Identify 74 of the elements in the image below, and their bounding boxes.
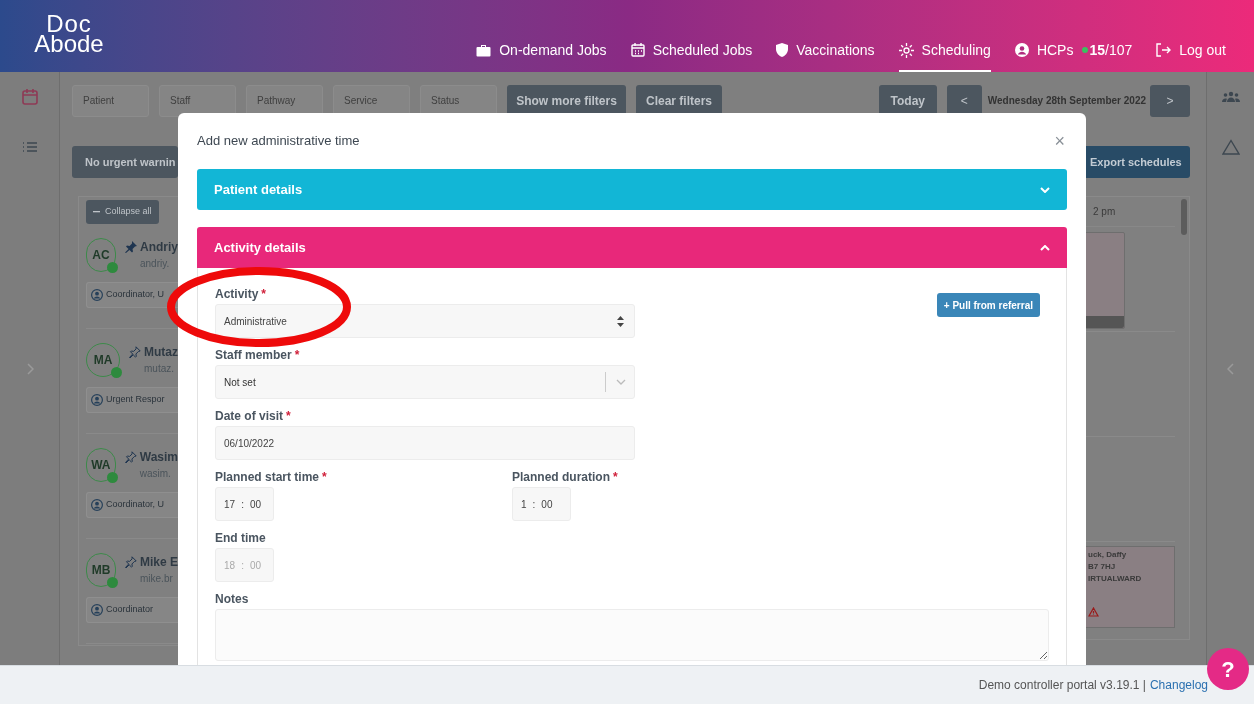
user-circle-icon bbox=[1014, 43, 1029, 57]
export-schedules-button[interactable]: Export schedules bbox=[1086, 146, 1190, 178]
calendar-icon[interactable] bbox=[20, 88, 39, 106]
logo[interactable]: Doc Abode bbox=[28, 14, 110, 54]
modal-title: Add new administrative time bbox=[197, 132, 360, 151]
chevron-down-icon bbox=[1040, 186, 1050, 193]
next-day-button[interactable]: > bbox=[1150, 84, 1190, 117]
field-label: Notes bbox=[215, 591, 250, 608]
visit-text: IRTUALWARD bbox=[1088, 573, 1143, 585]
visit-text: uck, Daffy bbox=[1088, 549, 1128, 561]
warnings-button[interactable]: No urgent warnin bbox=[72, 146, 178, 178]
nav-link[interactable]: On-demand Jobs bbox=[476, 38, 607, 72]
calendar-icon bbox=[630, 43, 645, 57]
notes-field[interactable] bbox=[215, 609, 1049, 661]
collapse-all-button[interactable]: Collapse all bbox=[86, 200, 159, 224]
chevron-up-icon bbox=[1040, 244, 1050, 251]
field-label: Activity * bbox=[215, 286, 268, 303]
staff-name: Andriy bbox=[140, 239, 178, 256]
pin-icon[interactable] bbox=[125, 556, 137, 568]
pin-icon[interactable] bbox=[124, 451, 137, 463]
nav-link[interactable]: Vaccinations bbox=[776, 38, 875, 72]
changelog-link[interactable]: Changelog bbox=[1149, 676, 1208, 694]
staff-name: Mutaz bbox=[144, 344, 178, 361]
staff-role: Coordinator, U bbox=[106, 498, 165, 512]
chevron-right-icon[interactable] bbox=[25, 362, 34, 375]
field-label: Planned duration * bbox=[512, 469, 618, 486]
user-circle-icon bbox=[91, 604, 103, 616]
field-label: Planned start time * bbox=[215, 469, 328, 486]
time-field[interactable]: 17 : 00 bbox=[215, 487, 274, 521]
user-circle-icon bbox=[91, 394, 103, 406]
field-label: Date of visit * bbox=[215, 408, 292, 425]
version-text: Demo controller portal v3.19.1 | bbox=[978, 677, 1146, 694]
nav-link[interactable]: Scheduled Jobs bbox=[630, 38, 753, 72]
user-circle-icon bbox=[91, 499, 103, 511]
filter-field[interactable]: Staff bbox=[159, 84, 236, 117]
shield-icon bbox=[776, 43, 789, 57]
scrollbar-thumb bbox=[1181, 199, 1187, 235]
close-button[interactable]: × bbox=[1054, 127, 1065, 155]
briefcase-icon bbox=[476, 43, 492, 57]
time-field: 18 : 00 bbox=[215, 548, 274, 582]
staff-name: Wasim bbox=[139, 449, 178, 466]
date-field[interactable]: 06/10/2022 bbox=[215, 426, 635, 460]
pin-icon[interactable] bbox=[125, 241, 137, 253]
time-field[interactable]: 1 : 00 bbox=[512, 487, 571, 521]
logout-icon bbox=[1156, 43, 1172, 57]
warning-triangle-icon[interactable] bbox=[1221, 139, 1240, 155]
staff-role: Urgent Respor bbox=[106, 393, 165, 407]
nav-link[interactable]: Scheduling bbox=[898, 38, 991, 72]
staff-role: Coordinator, U bbox=[106, 288, 165, 302]
filter-field[interactable]: Patient bbox=[72, 84, 149, 117]
section-header[interactable]: Activity details bbox=[197, 227, 1067, 268]
up-down-caret-icon bbox=[617, 315, 624, 327]
chevron-left-icon[interactable] bbox=[1226, 362, 1235, 375]
people-icon[interactable] bbox=[1221, 91, 1240, 103]
activity-select[interactable]: Administrative bbox=[215, 304, 635, 338]
warning-triangle-icon bbox=[1088, 607, 1099, 617]
field-label: Staff member * bbox=[215, 347, 301, 364]
pin-icon[interactable] bbox=[129, 346, 141, 358]
nav-link[interactable]: Log out bbox=[1156, 38, 1226, 72]
avatar: MA bbox=[86, 343, 120, 377]
sun-icon bbox=[898, 42, 914, 58]
list-icon[interactable] bbox=[21, 141, 38, 153]
staff-name: Mike E bbox=[140, 554, 178, 571]
minus-icon bbox=[93, 211, 100, 213]
visit-text: B7 7HJ bbox=[1088, 561, 1117, 573]
staff-member-select[interactable]: Not set bbox=[215, 365, 635, 399]
time-label: 2 pm bbox=[1093, 205, 1116, 219]
date-label: Wednesday 28th September 2022 bbox=[987, 94, 1146, 108]
user-circle-icon bbox=[91, 289, 103, 301]
chevron-down-icon bbox=[616, 379, 626, 385]
nav-link[interactable]: HCPs 15/107 bbox=[1014, 38, 1133, 72]
field-label: End time bbox=[215, 530, 267, 547]
pull-from-referral-button[interactable]: + Pull from referral bbox=[936, 293, 1040, 317]
staff-role: Coordinator bbox=[106, 603, 154, 617]
